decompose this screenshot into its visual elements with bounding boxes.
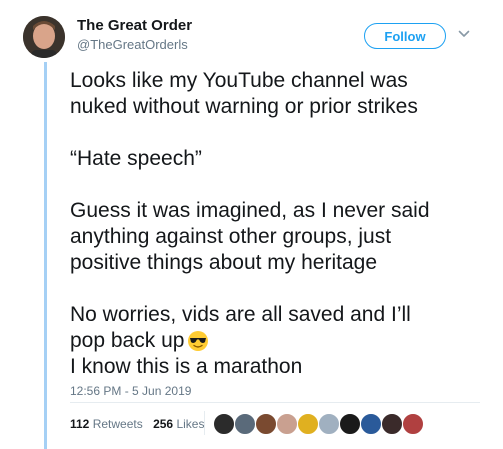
liker-avatar[interactable]	[297, 413, 319, 435]
avatar[interactable]	[23, 16, 65, 58]
tweet-stats: 112 Retweets 256 Likes	[70, 416, 211, 432]
tweet-paragraph: No worries, vids are all saved and I’ll …	[70, 302, 495, 380]
liker-avatar[interactable]	[255, 413, 277, 435]
liker-avatars	[213, 413, 424, 435]
author-info: The Great Order @TheGreatOrderls	[77, 17, 192, 53]
likes-count: 256	[153, 417, 174, 431]
tweet-line: positive things about my heritage	[70, 251, 378, 274]
user-avatar-photo-icon	[23, 16, 65, 58]
retweets-label: Retweets	[92, 417, 143, 431]
tweet-line: nuked without warning or prior strikes	[70, 95, 418, 118]
tweet-line: I know this is a marathon	[70, 355, 303, 378]
liker-avatar[interactable]	[276, 413, 298, 435]
chevron-down-icon[interactable]	[458, 29, 470, 39]
tweet-line: anything against other groups, just	[70, 225, 392, 248]
liker-avatar[interactable]	[360, 413, 382, 435]
sunglasses-emoji-icon	[188, 331, 209, 351]
divider	[70, 402, 480, 403]
tweet-paragraph: Looks like my YouTube channel was nuked …	[70, 68, 495, 120]
liker-avatar[interactable]	[402, 413, 424, 435]
tweet-line: No worries, vids are all saved and I’ll	[70, 303, 411, 326]
tweet-line: Guess it was imagined, as I never said	[70, 199, 430, 222]
tweet-paragraph: “Hate speech”	[70, 146, 495, 172]
follow-button[interactable]: Follow	[364, 23, 446, 49]
liker-avatar[interactable]	[234, 413, 256, 435]
liker-avatar[interactable]	[213, 413, 235, 435]
tweet-paragraph: Guess it was imagined, as I never said a…	[70, 198, 495, 276]
stats-divider	[204, 411, 205, 435]
tweet-timestamp[interactable]: 12:56 PM - 5 Jun 2019	[70, 383, 191, 399]
retweets-stat[interactable]: 112 Retweets	[70, 416, 143, 432]
tweet-line: Looks like my YouTube channel was	[70, 69, 408, 92]
likes-stat[interactable]: 256 Likes	[153, 416, 204, 432]
tweet-line-with-emoji: pop back up	[70, 328, 495, 354]
author-handle[interactable]: @TheGreatOrderls	[77, 36, 192, 53]
liker-avatar[interactable]	[381, 413, 403, 435]
liker-avatar[interactable]	[318, 413, 340, 435]
tweet-line: “Hate speech”	[70, 147, 202, 170]
tweet-line-text: pop back up	[70, 329, 185, 352]
tweet-text: Looks like my YouTube channel was nuked …	[70, 68, 495, 380]
author-display-name[interactable]: The Great Order	[77, 17, 192, 35]
retweets-count: 112	[70, 417, 90, 431]
thread-line	[44, 62, 47, 449]
liker-avatar[interactable]	[339, 413, 361, 435]
likes-label: Likes	[176, 417, 205, 431]
